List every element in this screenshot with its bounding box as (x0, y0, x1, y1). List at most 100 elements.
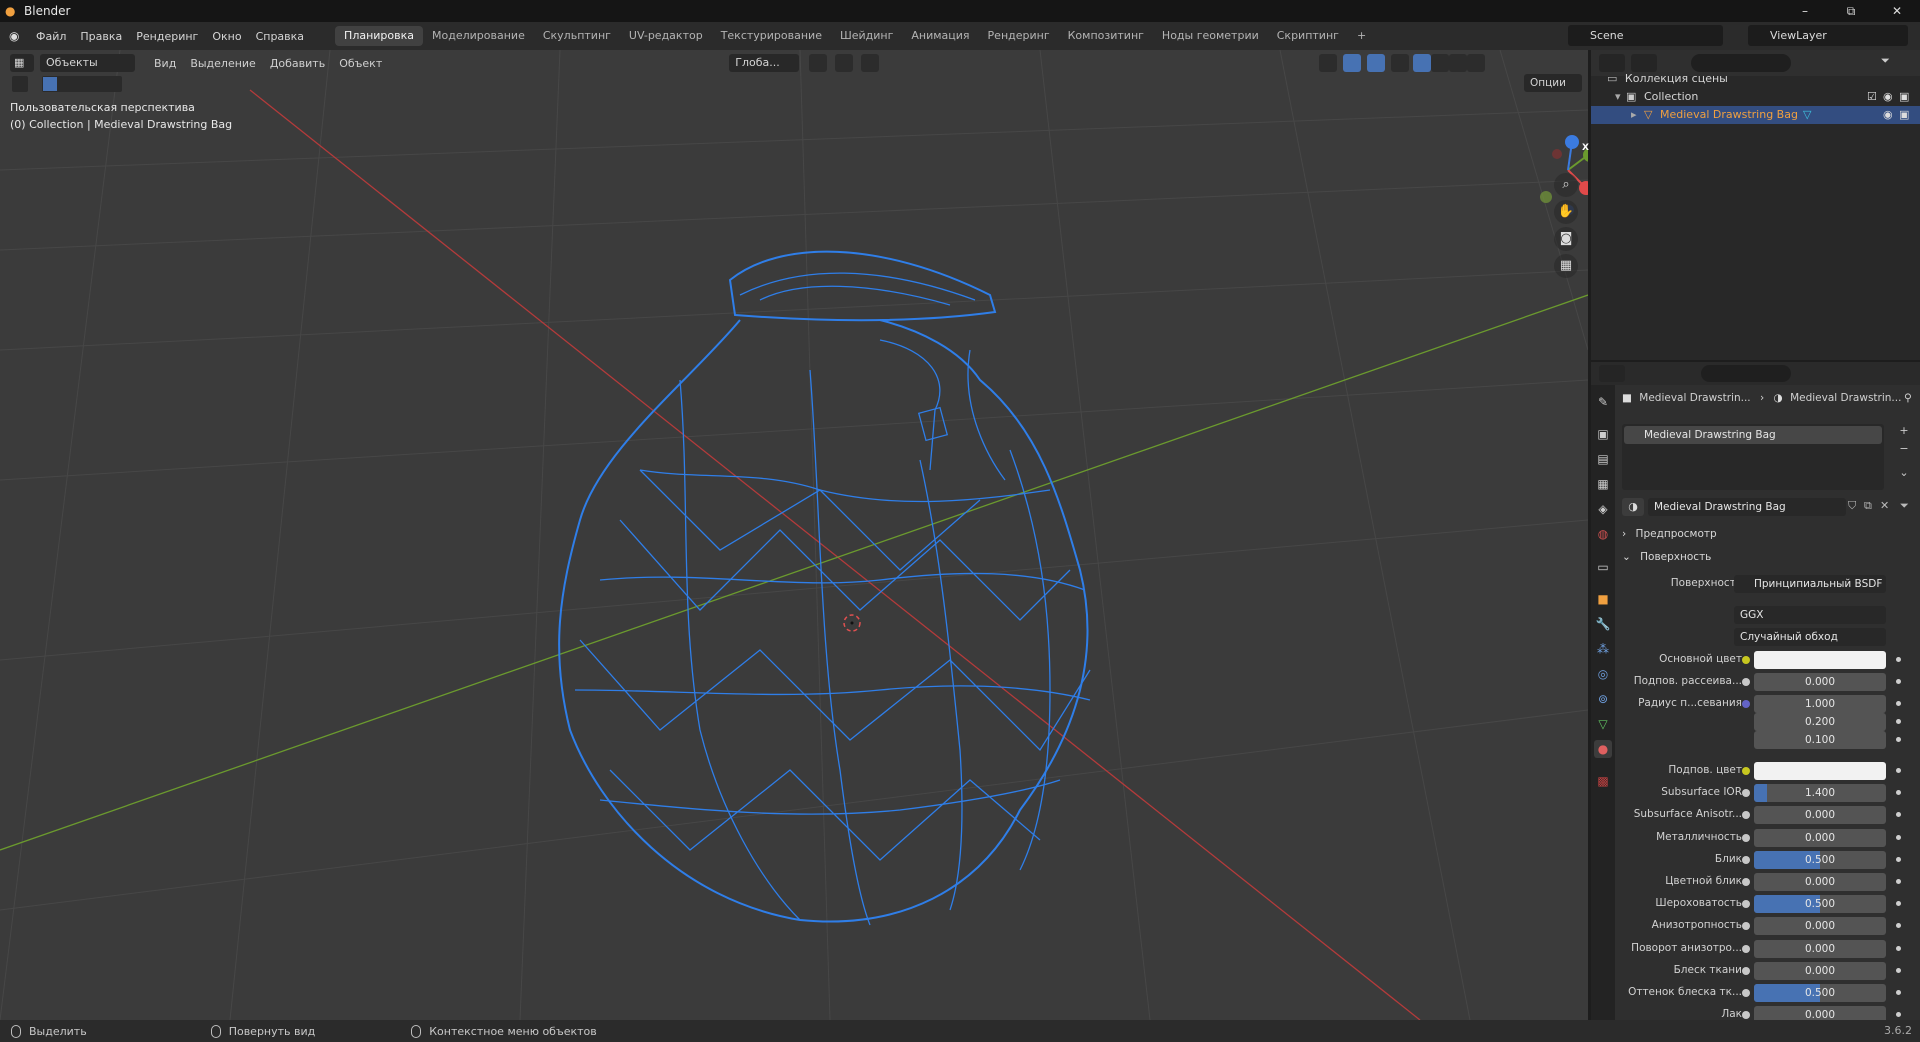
keyframe-dot-icon[interactable] (1896, 679, 1901, 684)
3d-viewport[interactable] (0, 50, 1588, 1020)
panel-surface[interactable]: ⌄ Поверхность (1622, 548, 1918, 566)
keyframe-dot-icon[interactable] (1896, 923, 1901, 928)
number-field[interactable]: 0.000 (1754, 917, 1886, 935)
socket-dot-icon[interactable] (1742, 856, 1750, 864)
options-dropdown[interactable]: Опции (1524, 74, 1582, 92)
keyframe-dot-icon[interactable] (1896, 768, 1901, 773)
number-field[interactable]: 0.000 (1754, 873, 1886, 891)
color-swatch[interactable] (1754, 762, 1886, 780)
number-field[interactable]: 1.400 (1754, 784, 1886, 802)
socket-dot-icon[interactable] (1742, 700, 1750, 708)
keyframe-dot-icon[interactable] (1896, 719, 1901, 724)
distribution-dropdown[interactable]: GGX (1734, 606, 1886, 624)
socket-dot-icon[interactable] (1742, 656, 1750, 664)
exclude-checkbox[interactable]: ☑ (1867, 88, 1877, 106)
keyframe-dot-icon[interactable] (1896, 901, 1901, 906)
proportional-editing-icon[interactable] (861, 54, 880, 72)
editor-type-icon[interactable]: ▦ (10, 54, 34, 72)
tab-texture-paint[interactable]: Текстурирование (712, 26, 831, 46)
tool-tab-icon[interactable]: ✎ (1594, 393, 1612, 411)
menu-edit[interactable]: Правка (73, 30, 129, 43)
outliner-row-object[interactable]: ▸ ▽ Medieval Drawstring Bag ▽ ◉ ▣ (1591, 106, 1920, 124)
transform-orientation-dropdown[interactable]: Глоба... (729, 54, 800, 72)
socket-dot-icon[interactable] (1742, 967, 1750, 975)
render-camera-icon[interactable]: ▣ (1899, 88, 1909, 106)
tab-rendering[interactable]: Рендеринг (979, 26, 1059, 46)
particles-tab-icon[interactable]: ⁂ (1594, 640, 1612, 658)
socket-dot-icon[interactable] (1742, 834, 1750, 842)
material-preview-icon[interactable] (1449, 54, 1468, 72)
keyframe-dot-icon[interactable] (1896, 835, 1901, 840)
mesh-data-icon[interactable]: ▽ (1803, 106, 1811, 124)
menu-help[interactable]: Справка (249, 30, 311, 43)
overlays-toggle-icon[interactable] (1367, 54, 1386, 72)
socket-dot-icon[interactable] (1742, 1011, 1750, 1019)
add-workspace-button[interactable]: + (1348, 26, 1375, 46)
material-slot-item[interactable]: Medieval Drawstring Bag (1624, 426, 1882, 444)
properties-search-input[interactable] (1701, 365, 1791, 382)
material-slot-list[interactable]: Medieval Drawstring Bag (1622, 424, 1884, 490)
constraints-tab-icon[interactable]: ⊚ (1594, 690, 1612, 708)
mode-selector[interactable]: Объекты (40, 54, 135, 72)
tool-select-box-icon[interactable] (12, 76, 28, 92)
socket-dot-icon[interactable] (1742, 767, 1750, 775)
menu-window[interactable]: Окно (205, 30, 248, 43)
number-field[interactable]: 0.100 (1754, 731, 1886, 749)
add-slot-button[interactable]: + (1896, 424, 1912, 440)
unlink-material-icon[interactable]: ✕ (1880, 499, 1889, 512)
view-layer-tab-icon[interactable]: ▦ (1594, 475, 1612, 493)
number-field[interactable]: 0.000 (1754, 829, 1886, 847)
tab-uv-editing[interactable]: UV-редактор (620, 26, 712, 46)
scene-tab-icon[interactable]: ◈ (1594, 500, 1612, 518)
bag-wireframe[interactable] (558, 250, 1091, 926)
properties-editor-type-icon[interactable] (1599, 365, 1625, 382)
keyframe-dot-icon[interactable] (1896, 946, 1901, 951)
render-camera-icon[interactable]: ▣ (1899, 106, 1909, 124)
blender-menu-icon[interactable]: ◉ (9, 29, 23, 43)
material-filter-icon[interactable]: ⏷ (1900, 499, 1909, 513)
number-field[interactable]: 0.000 (1754, 962, 1886, 980)
maximize-button[interactable]: ⧉ (1828, 0, 1874, 22)
modifier-tab-icon[interactable]: 🔧 (1594, 615, 1612, 633)
menu-select[interactable]: Выделение (183, 57, 263, 70)
socket-dot-icon[interactable] (1742, 945, 1750, 953)
socket-dot-icon[interactable] (1742, 678, 1750, 686)
socket-dot-icon[interactable] (1742, 900, 1750, 908)
selection-mode-buttons[interactable] (42, 76, 122, 92)
outliner-row-collection[interactable]: ▾ ▣ Collection ☑ ◉ ▣ (1591, 88, 1920, 106)
number-field[interactable]: 0.500 (1754, 851, 1886, 869)
keyframe-dot-icon[interactable] (1896, 968, 1901, 973)
socket-dot-icon[interactable] (1742, 789, 1750, 797)
gizmo-toggle-icon[interactable] (1343, 54, 1362, 72)
keyframe-dot-icon[interactable] (1896, 812, 1901, 817)
world-tab-icon[interactable]: ◍ (1594, 525, 1612, 543)
close-button[interactable]: ✕ (1874, 0, 1920, 22)
fake-user-icon[interactable]: ⛉ (1848, 499, 1856, 513)
material-browse-icon[interactable]: ◑ (1622, 498, 1644, 516)
socket-dot-icon[interactable] (1742, 989, 1750, 997)
keyframe-dot-icon[interactable] (1896, 790, 1901, 795)
pivot-point-icon[interactable] (809, 54, 828, 72)
keyframe-dot-icon[interactable] (1896, 857, 1901, 862)
solid-shading-icon[interactable] (1431, 54, 1450, 72)
menu-file[interactable]: Файл (29, 30, 73, 43)
material-name-field[interactable]: Medieval Drawstring Bag (1648, 498, 1846, 516)
menu-object[interactable]: Объект (332, 57, 389, 70)
eye-icon[interactable]: ◉ (1883, 106, 1893, 124)
keyframe-dot-icon[interactable] (1896, 701, 1901, 706)
render-tab-icon[interactable]: ▣ (1594, 425, 1612, 443)
ortho-toggle-icon[interactable]: ▦ (1554, 254, 1578, 278)
number-field[interactable]: 0.000 (1754, 673, 1886, 691)
snap-icon[interactable] (835, 54, 854, 72)
socket-dot-icon[interactable] (1742, 922, 1750, 930)
tab-geometry-nodes[interactable]: Ноды геометрии (1153, 26, 1268, 46)
texture-tab-icon[interactable]: ▩ (1594, 772, 1612, 790)
wireframe-shading-icon[interactable] (1413, 54, 1432, 72)
number-field[interactable]: 0.000 (1754, 940, 1886, 958)
tab-modeling[interactable]: Моделирование (423, 26, 534, 46)
menu-add[interactable]: Добавить (263, 57, 332, 70)
tab-layout[interactable]: Планировка (335, 26, 424, 46)
pan-hand-icon[interactable]: ✋ (1554, 200, 1578, 224)
minimize-button[interactable]: – (1782, 0, 1828, 22)
scene-selector[interactable]: Scene (1568, 25, 1723, 46)
